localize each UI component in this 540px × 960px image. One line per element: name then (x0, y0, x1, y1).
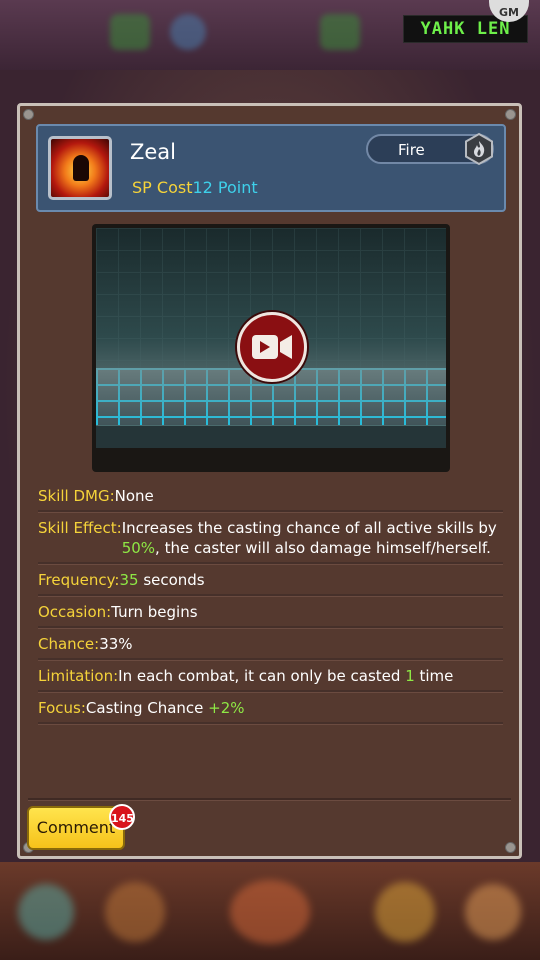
rivet-icon (505, 842, 516, 853)
detail-row-occasion: Occasion: Turn begins (38, 596, 503, 628)
detail-row-chance: Chance: 33% (38, 628, 503, 660)
detail-value: 35 seconds (119, 571, 205, 589)
sp-cost-value: 12 Point (192, 178, 258, 197)
skill-detail-panel: Zeal SP Cost12 Point Fire Skill DMG: Non… (17, 103, 522, 859)
detail-value: In each combat, it can only be casted 1 … (118, 667, 454, 685)
rivet-icon (505, 109, 516, 120)
divider (28, 798, 511, 800)
zeal-skill-icon (48, 136, 112, 200)
detail-row-skill-dmg: Skill DMG: None (38, 480, 503, 512)
detail-key: Frequency: (38, 571, 120, 589)
detail-key: Skill Effect: (38, 519, 122, 537)
video-camera-icon (252, 335, 292, 359)
detail-row-skill-effect: Skill Effect: Increases the casting chan… (38, 512, 503, 564)
detail-value: Casting Chance +2% (85, 699, 245, 717)
sp-cost: SP Cost12 Point (132, 178, 258, 197)
element-label: Fire (398, 141, 425, 159)
detail-key: Focus: (38, 699, 86, 717)
detail-value: Turn begins (111, 603, 198, 621)
detail-value: None (114, 487, 154, 505)
skill-details-list: Skill DMG: None Skill Effect: Increases … (38, 480, 503, 724)
detail-row-limitation: Limitation: In each combat, it can only … (38, 660, 503, 692)
detail-value: Increases the casting chance of all acti… (121, 519, 497, 557)
detail-row-frequency: Frequency: 35 seconds (38, 564, 503, 596)
element-badge: Fire (366, 132, 494, 166)
comment-count-badge: 145 (109, 804, 135, 830)
rivet-icon (23, 109, 34, 120)
sp-cost-label: SP Cost (132, 178, 193, 197)
detail-key: Occasion: (38, 603, 112, 621)
detail-row-focus: Focus: Casting Chance +2% (38, 692, 503, 724)
detail-key: Chance: (38, 635, 100, 653)
skill-header: Zeal SP Cost12 Point Fire (36, 124, 506, 212)
skill-name: Zeal (130, 140, 177, 164)
skill-preview-video[interactable] (92, 224, 450, 472)
detail-key: Skill DMG: (38, 487, 115, 505)
flame-icon (465, 132, 493, 166)
play-video-button[interactable] (237, 312, 307, 382)
background-bottom-nav (0, 862, 540, 960)
detail-key: Limitation: (38, 667, 119, 685)
detail-value: 33% (99, 635, 133, 653)
